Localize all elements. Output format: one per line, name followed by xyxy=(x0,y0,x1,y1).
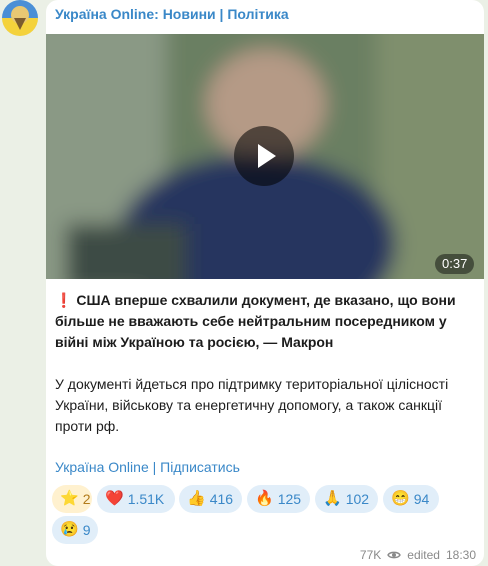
reaction-count: 94 xyxy=(413,491,430,507)
edited-label: edited xyxy=(407,548,440,562)
cry-icon: 😢 xyxy=(60,521,79,538)
channel-avatar[interactable] xyxy=(2,0,38,36)
play-icon xyxy=(258,144,276,168)
message-time: 18:30 xyxy=(445,548,476,562)
channel-title[interactable]: Україна Online: Новини | Політика xyxy=(55,6,289,22)
thumbs-up-icon: 👍 xyxy=(187,490,206,507)
reaction-grin[interactable]: 😁 94 xyxy=(383,485,439,513)
post-headline: ❗ США вперше схвалили документ, де вказа… xyxy=(55,290,473,353)
fire-icon: 🔥 xyxy=(255,490,274,507)
post-body: У документі йдеться про підтримку терито… xyxy=(55,376,449,434)
reaction-count: 102 xyxy=(345,491,370,507)
reaction-count: 125 xyxy=(277,491,302,507)
post-headline-text: США вперше схвалили документ, де вказано… xyxy=(55,292,456,350)
star-icon: ⭐ xyxy=(60,490,79,507)
reaction-star[interactable]: ⭐ 2 xyxy=(52,485,92,513)
heart-icon: ❤️ xyxy=(105,490,124,507)
reaction-count: 9 xyxy=(82,522,91,538)
subscribe-link[interactable]: Україна Online | Підписатись xyxy=(55,459,240,475)
reaction-count: 416 xyxy=(209,491,234,507)
eye-icon xyxy=(387,551,402,559)
pray-icon: 🙏 xyxy=(323,490,342,507)
view-count: 77K xyxy=(359,548,382,562)
video-duration: 0:37 xyxy=(435,254,475,274)
reaction-cry[interactable]: 😢 9 xyxy=(52,516,98,544)
play-button[interactable] xyxy=(234,126,294,186)
exclamation-icon: ❗ xyxy=(55,292,73,308)
reaction-thumbs-up[interactable]: 👍 416 xyxy=(179,485,242,513)
reaction-count: 1.51K xyxy=(127,491,165,507)
message-meta: 77K edited 18:30 xyxy=(360,548,476,562)
grin-icon: 😁 xyxy=(391,490,410,507)
reaction-pray[interactable]: 🙏 102 xyxy=(315,485,378,513)
reaction-heart[interactable]: ❤️ 1.51K xyxy=(97,485,175,513)
reaction-count: 2 xyxy=(82,491,91,507)
reaction-fire[interactable]: 🔥 125 xyxy=(247,485,310,513)
